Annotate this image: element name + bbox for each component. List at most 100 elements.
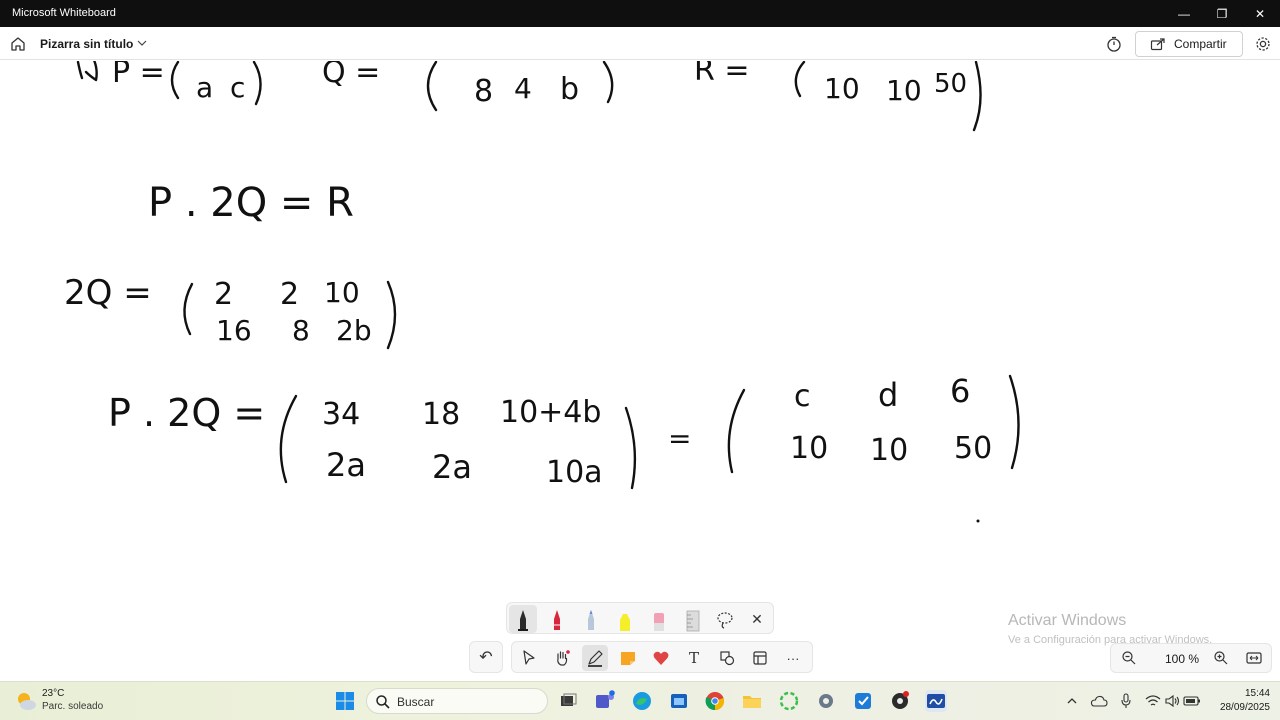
zoom-in-button[interactable]	[1213, 650, 1229, 671]
clock-time: 15:44	[1244, 688, 1270, 699]
hand-icon	[557, 650, 570, 666]
twoq-r2c3: 2b	[336, 314, 372, 347]
twoq-lhs: 2Q =	[64, 273, 152, 313]
settings-button[interactable]	[1253, 34, 1273, 54]
highlighter-icon	[620, 614, 630, 631]
more-tools-button[interactable]: ···	[780, 645, 806, 671]
red-pen-button[interactable]	[543, 605, 571, 633]
home-button[interactable]	[8, 34, 28, 54]
record-icon	[892, 691, 909, 709]
battery-tray[interactable]	[1183, 692, 1201, 710]
share-button[interactable]: Compartir	[1135, 31, 1243, 57]
folder-icon	[743, 696, 761, 708]
wifi-icon	[1145, 695, 1161, 706]
black-pen-icon	[518, 610, 528, 631]
volume-tray[interactable]	[1163, 692, 1181, 710]
twoq-r2c1: 16	[216, 314, 252, 347]
blue-pen-button[interactable]	[577, 605, 605, 633]
weather-widget[interactable]: 23°C Parc. soleado	[14, 687, 124, 715]
onedrive-tray[interactable]	[1090, 692, 1108, 710]
pen-tool[interactable]	[582, 645, 608, 671]
text-tool[interactable]: T	[681, 645, 707, 671]
start-button[interactable]	[334, 690, 356, 712]
taskbar: 23°C Parc. soleado Buscar 15:44 28/09/20…	[0, 681, 1280, 720]
system-clock[interactable]: 15:44 28/09/2025	[1206, 687, 1270, 715]
ruler-button[interactable]	[679, 605, 707, 633]
file-explorer-app[interactable]	[741, 690, 763, 712]
obs-app[interactable]	[889, 690, 911, 712]
black-pen-button[interactable]	[509, 605, 537, 633]
whiteboard-canvas[interactable]: P = a c Q = 8 4 b R = 10 10 50 P . 2Q = …	[0, 61, 1280, 681]
sticky-note-icon	[621, 652, 635, 665]
undo-button[interactable]: ↶	[469, 641, 503, 673]
share-label: Compartir	[1174, 37, 1227, 51]
shapes-tool[interactable]	[714, 645, 740, 671]
eraser-button[interactable]	[645, 605, 673, 633]
zoom-out-button[interactable]	[1121, 650, 1137, 671]
r-row2-50: 50	[934, 69, 967, 99]
edge-icon	[633, 692, 651, 710]
templates-tool[interactable]	[747, 645, 773, 671]
teams-app[interactable]	[594, 690, 616, 712]
highlighter-button[interactable]	[611, 605, 639, 633]
template-icon	[753, 651, 767, 665]
sticky-note-tool[interactable]	[615, 645, 641, 671]
minimize-button[interactable]: —	[1165, 0, 1203, 27]
zoom-out-icon	[1122, 651, 1136, 665]
show-hidden-icons-button[interactable]	[1063, 692, 1081, 710]
top-matrices-ink: P = a c Q = 8 4 b R = 10 10 50	[76, 61, 982, 132]
heart-icon	[653, 651, 669, 665]
lasso-button[interactable]	[711, 605, 739, 633]
reactions-tool[interactable]	[648, 645, 674, 671]
cloud-icon	[1090, 695, 1108, 707]
ink-layer: P = a c Q = 8 4 b R = 10 10 50 P . 2Q = …	[64, 61, 1020, 523]
board-title[interactable]: Pizarra sin título	[40, 37, 133, 51]
pan-tool[interactable]	[549, 645, 575, 671]
ruler-icon	[686, 610, 700, 632]
loading-app[interactable]	[778, 690, 800, 712]
p-row2-a: a	[196, 71, 213, 104]
close-window-button[interactable]: ✕	[1241, 0, 1279, 27]
todo-app[interactable]	[852, 690, 874, 712]
rhs-r2c1: 10	[790, 431, 828, 466]
chevron-down-icon[interactable]	[136, 36, 148, 50]
product-equals: =	[668, 422, 691, 455]
pen-tray: ✕	[506, 602, 774, 634]
product-r2c3: 10a	[546, 455, 603, 490]
weather-condition: Parc. soleado	[42, 701, 104, 712]
chrome-app[interactable]	[704, 690, 726, 712]
search-icon	[376, 695, 390, 709]
close-pen-tray-button[interactable]: ✕	[743, 605, 771, 633]
pen-icon	[588, 650, 603, 667]
task-view-button[interactable]	[557, 690, 579, 712]
fit-to-screen-button[interactable]	[1245, 650, 1263, 671]
select-tool[interactable]	[516, 645, 542, 671]
shapes-icon	[720, 651, 735, 666]
microphone-icon	[1121, 693, 1131, 708]
outlook-app[interactable]	[668, 690, 690, 712]
twoq-r1c3: 10	[324, 276, 360, 309]
gear-icon	[1256, 37, 1270, 51]
q-equals: Q =	[322, 61, 380, 90]
zoom-level[interactable]: 100 %	[1161, 652, 1203, 666]
task-view-icon	[561, 693, 577, 706]
chrome-icon	[705, 692, 725, 711]
twoq-r1c1: 2	[214, 277, 233, 312]
wifi-tray[interactable]	[1144, 692, 1162, 710]
title-bar: Microsoft Whiteboard — ❐ ✕	[0, 0, 1280, 27]
blue-pen-icon	[588, 610, 594, 630]
edge-app[interactable]	[631, 690, 653, 712]
whiteboard-app-active[interactable]	[925, 690, 947, 712]
q-row2-b: b	[560, 72, 579, 107]
timer-button[interactable]	[1104, 34, 1124, 54]
microphone-tray[interactable]	[1117, 692, 1135, 710]
windows-logo-icon	[336, 692, 354, 710]
fit-screen-icon	[1246, 652, 1262, 664]
product-r1c2: 18	[422, 397, 460, 432]
chevron-up-icon	[1067, 698, 1077, 704]
settings-app[interactable]	[815, 690, 837, 712]
product-r1c3: 10+4b	[500, 395, 601, 430]
restore-button[interactable]: ❐	[1203, 0, 1241, 27]
share-icon	[1150, 38, 1165, 51]
taskbar-search[interactable]: Buscar	[366, 688, 548, 714]
